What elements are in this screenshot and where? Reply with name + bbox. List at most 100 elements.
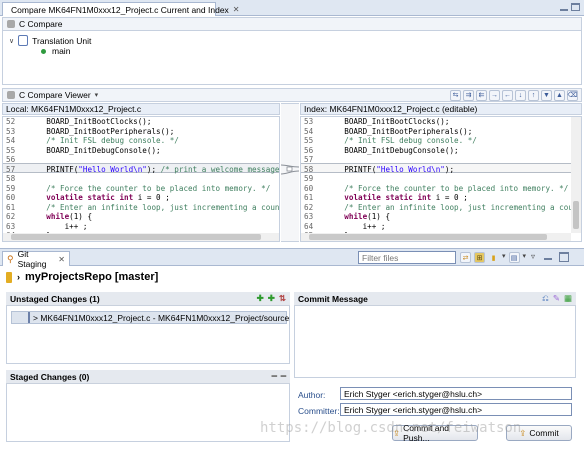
unstaged-file-row[interactable]: > MK64FN1M0xxx12_Project.c - MK64FN1M0xx… [11, 311, 290, 324]
line-number: 54 [6, 136, 16, 145]
left-code-lines: 52 BOARD_InitBootClocks(); 53 BOARD_InitB… [3, 117, 279, 241]
previous-change-icon[interactable]: ▲ [554, 89, 565, 101]
copy-left-icon[interactable]: ← [502, 89, 513, 101]
add-to-index-icon[interactable]: ✚ [257, 293, 264, 304]
commit-message-title: Commit Message [298, 293, 368, 304]
structure-pane-header: C Compare [2, 17, 582, 31]
ignore-whitespace-icon[interactable]: ⌫ [567, 89, 578, 101]
commit-and-push-button[interactable]: ⇪ Commit and Push... [392, 423, 478, 443]
unstaged-header: Unstaged Changes (1) ✚ ✚ ⇅ [6, 292, 290, 306]
left-header-label: Local: MK64FN1M0xxx12_Project.c [6, 104, 142, 114]
code-line: 58 [3, 174, 279, 184]
code-line: 55 /* Init FSL debug console. */ [301, 136, 571, 146]
chevron-down-icon[interactable]: ∨ [9, 37, 14, 45]
committer-input[interactable]: Erich Styger <erich.styger@hslu.ch> [340, 403, 572, 416]
tree-node-translation-unit[interactable]: ∨ Translation Unit [9, 35, 91, 46]
change-id-icon[interactable]: ▦ [564, 293, 572, 304]
code-line: 61 /* Enter an infinite loop, just incre… [3, 203, 279, 213]
commit-push-label: Commit and Push... [403, 423, 449, 443]
staging-toolbar: ⇄ ⊞ ▮ ▾ ▤ ▾ ▿ [460, 252, 570, 263]
minimize-icon[interactable] [560, 3, 568, 11]
maximize-icon[interactable] [571, 3, 580, 11]
line-number: 59 [6, 183, 16, 193]
view-menu-icon[interactable]: ▿ [531, 252, 535, 263]
commit-button[interactable]: ⇪ Commit [506, 425, 572, 441]
code-text: /* Enter an infinite loop, just incremen… [46, 202, 280, 212]
repository-icon[interactable]: ▮ [488, 252, 499, 263]
right-code-lines: 53 BOARD_InitBootClocks(); 54 BOARD_InitB… [301, 117, 581, 241]
unstaged-title: Unstaged Changes (1) [10, 293, 100, 304]
filter-files-input[interactable]: Filter files [358, 251, 456, 264]
maximize-icon[interactable] [559, 252, 570, 262]
add-all-icon[interactable]: ✚ [268, 293, 275, 304]
code-text: /* Enter an infinite loop, just incremen… [344, 202, 582, 212]
amend-icon[interactable]: ⎌ [542, 293, 549, 304]
watermark: https://blog.csdn.net/feiwatson [260, 420, 522, 436]
scroll-thumb[interactable] [309, 234, 547, 240]
scroll-thumb[interactable] [11, 234, 261, 240]
line-number: 63 [6, 221, 16, 231]
left-hscrollbar[interactable] [3, 233, 279, 241]
code-text: volatile static int i = 0 ; [46, 193, 170, 202]
commit-push-icon: ⇪ [393, 427, 401, 438]
modified-file-icon [28, 312, 30, 323]
copy-all-left-icon[interactable]: ⇇ [476, 89, 487, 101]
commit-message-input[interactable] [294, 306, 576, 378]
layout-icon[interactable]: ▤ [508, 252, 520, 263]
right-vscrollbar[interactable] [571, 117, 581, 233]
code-text: BOARD_InitDebugConsole(); [326, 145, 459, 155]
code-line: 54 BOARD_InitBootPeripherals(); [301, 127, 571, 137]
line-number: 52 [6, 117, 16, 126]
scroll-thumb[interactable] [573, 201, 579, 229]
code-line: 53 BOARD_InitBootPeripherals(); [3, 127, 279, 137]
dropdown-chevron-icon[interactable]: ▾ [502, 252, 506, 263]
left-code-pane[interactable]: 52 BOARD_InitBootClocks(); 53 BOARD_InitB… [2, 116, 280, 242]
line-number: 58 [304, 164, 314, 174]
author-input[interactable]: Erich Styger <erich.styger@hslu.ch> [340, 387, 572, 400]
copy-all-right-icon[interactable]: ⇉ [463, 89, 474, 101]
git-staging-tab[interactable]: ⚲ Git Staging ✕ [2, 249, 70, 269]
minimize-icon[interactable] [544, 252, 553, 260]
previous-difference-icon[interactable]: ↑ [528, 89, 539, 101]
right-hscrollbar[interactable] [301, 233, 571, 241]
code-text: while(1) { [46, 212, 93, 221]
line-number: 56 [6, 155, 16, 164]
line-number: 54 [304, 126, 314, 136]
code-line: 63 while(1) { [301, 212, 571, 222]
right-code-pane[interactable]: 53 BOARD_InitBootClocks(); 54 BOARD_InitB… [300, 116, 582, 242]
line-number: 59 [304, 174, 314, 183]
unstaged-file-label: > MK64FN1M0xxx12_Project.c - MK64FN1M0xx… [33, 312, 290, 323]
line-number: 53 [6, 126, 16, 136]
code-line: 56 BOARD_InitDebugConsole(); [301, 146, 571, 156]
close-icon[interactable]: ✕ [58, 255, 65, 264]
link-editor-icon[interactable]: ⇄ [460, 252, 471, 263]
tree-node-main[interactable]: main [41, 46, 70, 56]
code-line: 59 [301, 174, 571, 184]
next-change-icon[interactable]: ▼ [541, 89, 552, 101]
line-number: 62 [6, 212, 16, 221]
dropdown-chevron-icon[interactable]: ▾ [523, 252, 527, 263]
compare-editor-tabbar: Compare MK64FN1M0xxx12_Project.c Current… [0, 0, 584, 16]
line-number: 60 [304, 183, 314, 193]
tree-child-label: main [52, 46, 71, 56]
next-difference-icon[interactable]: ↓ [515, 89, 526, 101]
code-line: 57 PRINTF("Hello World\n"); /* print a w… [3, 165, 279, 175]
filter-placeholder: Filter files [362, 252, 399, 263]
code-text: PRINTF("Hello World\n"); /* print a welc… [28, 164, 280, 174]
close-icon[interactable]: ✕ [233, 5, 240, 14]
switch-sides-icon[interactable]: ⇆ [450, 89, 461, 101]
sort-icon[interactable]: ⇅ [279, 293, 286, 304]
staged-list [6, 384, 290, 442]
line-number: 57 [304, 155, 314, 164]
remove-all-icon[interactable]: ━ [281, 371, 286, 382]
dropdown-chevron-icon[interactable]: ▾ [95, 91, 99, 99]
git-staging-icon: ⚲ [7, 253, 14, 264]
tree-presentation-icon[interactable]: ⊞ [474, 252, 485, 263]
copy-right-icon[interactable]: → [489, 89, 500, 101]
remove-from-index-icon[interactable]: ━ [272, 371, 277, 382]
compare-editor-tab[interactable]: Compare MK64FN1M0xxx12_Project.c Current… [2, 2, 240, 16]
sign-off-icon[interactable]: ✎ [553, 293, 560, 304]
code-text: /* Force the counter to be placed into m… [344, 183, 569, 193]
line-number: 60 [6, 193, 16, 202]
code-line: 59 /* Force the counter to be placed int… [3, 184, 279, 194]
